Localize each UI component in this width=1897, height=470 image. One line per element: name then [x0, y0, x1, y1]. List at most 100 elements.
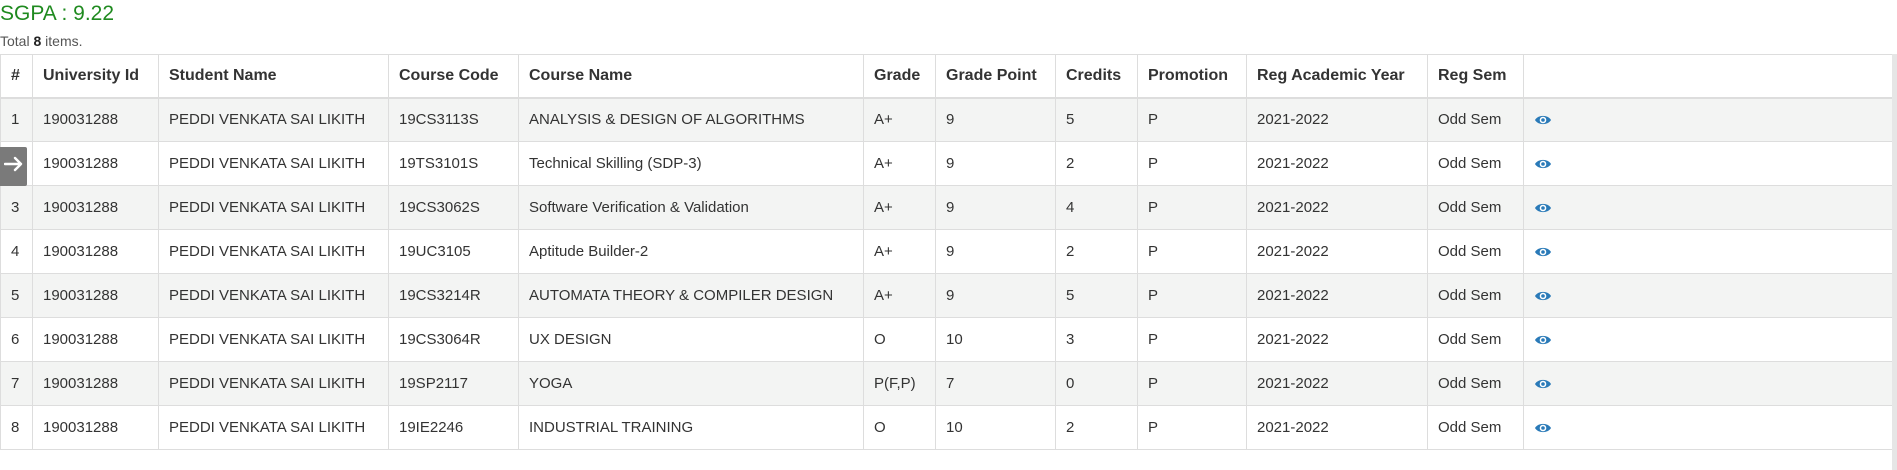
col-header-reg-academic-year: Reg Academic Year	[1246, 54, 1428, 99]
table-row: 4 190031288 PEDDI VENKATA SAI LIKITH 19UC31…	[0, 229, 1897, 274]
col-header-student-name: Student Name	[158, 54, 389, 99]
cell-reg-academic-year: 2021-2022	[1246, 141, 1428, 186]
cell-course-name: INDUSTRIAL TRAINING	[518, 405, 864, 450]
cell-student-name: PEDDI VENKATA SAI LIKITH	[158, 185, 389, 230]
cell-reg-sem: Odd Sem	[1427, 405, 1524, 450]
cell-course-code: 19CS3064R	[388, 317, 519, 362]
cell-course-name: Technical Skilling (SDP-3)	[518, 141, 864, 186]
results-table: # University Id Student Name Course Code…	[0, 54, 1897, 450]
cell-grade: A+	[863, 141, 936, 186]
scrollbar[interactable]	[1892, 54, 1897, 470]
cell-grade-point: 9	[935, 229, 1056, 274]
cell-promotion: P	[1137, 141, 1247, 186]
eye-icon[interactable]	[1534, 377, 1552, 391]
cell-promotion: P	[1137, 361, 1247, 406]
eye-icon[interactable]	[1534, 289, 1552, 303]
cell-actions	[1523, 185, 1897, 230]
col-header-university-id: University Id	[32, 54, 159, 99]
cell-student-name: PEDDI VENKATA SAI LIKITH	[158, 317, 389, 362]
cell-actions	[1523, 405, 1897, 450]
cell-actions	[1523, 97, 1897, 142]
cell-course-name: Aptitude Builder-2	[518, 229, 864, 274]
cell-course-code: 19CS3062S	[388, 185, 519, 230]
cell-university-id: 190031288	[32, 141, 159, 186]
cell-reg-sem: Odd Sem	[1427, 185, 1524, 230]
items-summary: Total 8 items.	[0, 33, 83, 49]
cell-actions	[1523, 141, 1897, 186]
cell-promotion: P	[1137, 229, 1247, 274]
cell-grade: O	[863, 317, 936, 362]
cell-university-id: 190031288	[32, 273, 159, 318]
cell-reg-sem: Odd Sem	[1427, 141, 1524, 186]
cell-credits: 5	[1055, 97, 1138, 142]
cell-actions	[1523, 273, 1897, 318]
cell-course-code: 19TS3101S	[388, 141, 519, 186]
cell-reg-academic-year: 2021-2022	[1246, 185, 1428, 230]
cell-reg-academic-year: 2021-2022	[1246, 273, 1428, 318]
cell-student-name: PEDDI VENKATA SAI LIKITH	[158, 229, 389, 274]
cell-university-id: 190031288	[32, 97, 159, 142]
eye-icon[interactable]	[1534, 201, 1552, 215]
cell-reg-sem: Odd Sem	[1427, 273, 1524, 318]
eye-icon[interactable]	[1534, 245, 1552, 259]
cell-course-name: ANALYSIS & DESIGN OF ALGORITHMS	[518, 97, 864, 142]
cell-credits: 2	[1055, 141, 1138, 186]
cell-student-name: PEDDI VENKATA SAI LIKITH	[158, 405, 389, 450]
col-header-index: #	[0, 54, 33, 99]
cell-reg-sem: Odd Sem	[1427, 229, 1524, 274]
col-header-actions	[1523, 54, 1897, 99]
cell-promotion: P	[1137, 97, 1247, 142]
cell-university-id: 190031288	[32, 361, 159, 406]
table-row: 6 190031288 PEDDI VENKATA SAI LIKITH 19CS30…	[0, 317, 1897, 362]
cell-course-code: 19UC3105	[388, 229, 519, 274]
cell-credits: 0	[1055, 361, 1138, 406]
cell-grade-point: 9	[935, 273, 1056, 318]
cell-course-code: 19SP2117	[388, 361, 519, 406]
cell-reg-academic-year: 2021-2022	[1246, 97, 1428, 142]
summary-prefix: Total	[0, 33, 34, 49]
cell-row-index: 6	[0, 317, 33, 362]
cell-actions	[1523, 229, 1897, 274]
col-header-course-name: Course Name	[518, 54, 864, 99]
cell-student-name: PEDDI VENKATA SAI LIKITH	[158, 141, 389, 186]
summary-suffix: items.	[41, 33, 83, 49]
col-header-credits: Credits	[1055, 54, 1138, 99]
cell-course-code: 19CS3214R	[388, 273, 519, 318]
cell-grade: A+	[863, 229, 936, 274]
cell-actions	[1523, 317, 1897, 362]
cell-course-name: YOGA	[518, 361, 864, 406]
cell-credits: 2	[1055, 405, 1138, 450]
cell-grade-point: 10	[935, 405, 1056, 450]
table-row: 8 190031288 PEDDI VENKATA SAI LIKITH 19IE22…	[0, 405, 1897, 450]
cell-grade: O	[863, 405, 936, 450]
cell-reg-academic-year: 2021-2022	[1246, 405, 1428, 450]
cell-promotion: P	[1137, 405, 1247, 450]
table-row: 5 190031288 PEDDI VENKATA SAI LIKITH 19CS32…	[0, 273, 1897, 318]
cell-grade: A+	[863, 97, 936, 142]
cell-course-code: 19IE2246	[388, 405, 519, 450]
eye-icon[interactable]	[1534, 113, 1552, 127]
cell-grade-point: 7	[935, 361, 1056, 406]
cell-row-index: 4	[0, 229, 33, 274]
eye-icon[interactable]	[1534, 333, 1552, 347]
cell-actions	[1523, 361, 1897, 406]
eye-icon[interactable]	[1534, 157, 1552, 171]
cell-promotion: P	[1137, 273, 1247, 318]
cell-course-name: UX DESIGN	[518, 317, 864, 362]
cell-row-index: 1	[0, 97, 33, 142]
cell-reg-sem: Odd Sem	[1427, 317, 1524, 362]
eye-icon[interactable]	[1534, 421, 1552, 435]
cell-credits: 2	[1055, 229, 1138, 274]
cell-grade: P(F,P)	[863, 361, 936, 406]
cell-course-name: Software Verification & Validation	[518, 185, 864, 230]
cell-student-name: PEDDI VENKATA SAI LIKITH	[158, 273, 389, 318]
table-row: 2 190031288PEDDI VENKATA SAI LIKITH19TS31…	[0, 141, 1897, 186]
cell-reg-academic-year: 2021-2022	[1246, 317, 1428, 362]
sgpa-value: SGPA : 9.22	[0, 2, 115, 25]
cell-university-id: 190031288	[32, 405, 159, 450]
cell-grade: A+	[863, 185, 936, 230]
col-header-course-code: Course Code	[388, 54, 519, 99]
col-header-grade: Grade	[863, 54, 936, 99]
cell-grade-point: 9	[935, 97, 1056, 142]
cell-credits: 3	[1055, 317, 1138, 362]
